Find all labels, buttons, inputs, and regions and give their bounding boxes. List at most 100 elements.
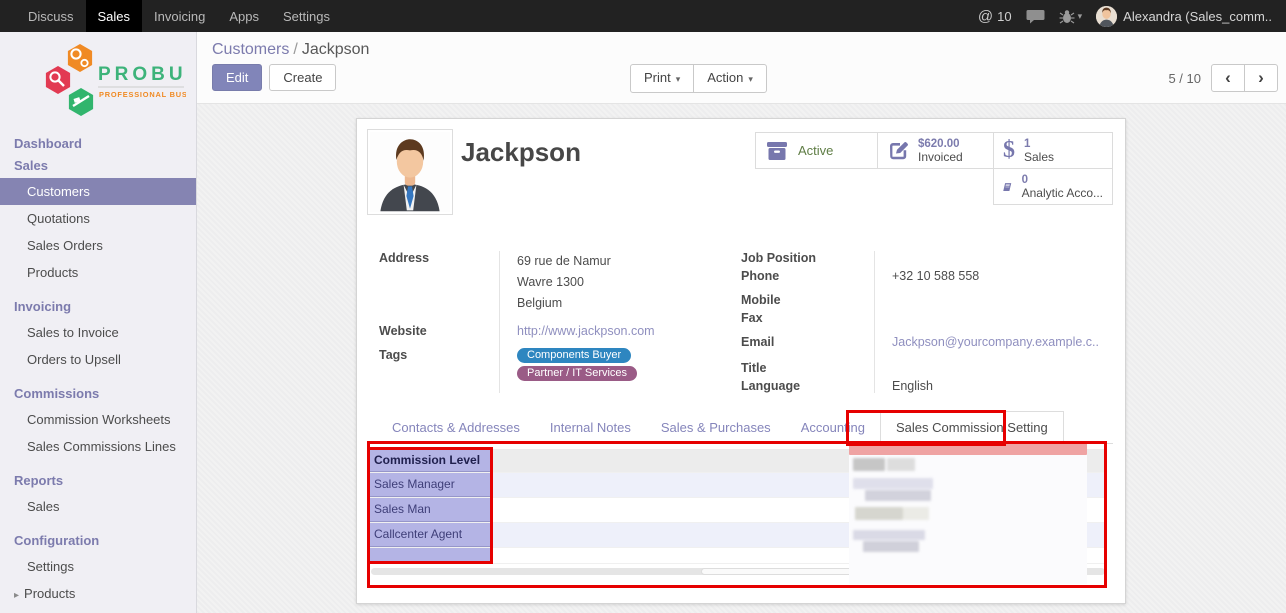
redacted-block (853, 530, 925, 540)
top-menu-settings[interactable]: Settings (271, 0, 342, 32)
sidebar-item-label: Products (24, 586, 75, 601)
address-city: Wavre 1300 (517, 272, 741, 293)
debug-caret-icon: ▾ (1078, 11, 1083, 22)
tab-sales-commission-setting[interactable]: Sales Commission Setting (880, 411, 1064, 444)
job-position-label: Job Position (741, 249, 874, 267)
top-menu-apps[interactable]: Apps (217, 0, 271, 32)
title-value (874, 359, 1105, 377)
breadcrumb-current: Jackpson (302, 41, 370, 58)
sidebar-item-config-settings[interactable]: Settings (0, 553, 196, 580)
commission-level-cell[interactable]: Callcenter Agent (369, 523, 491, 547)
redacted-block (855, 507, 903, 520)
redacted-block (863, 541, 919, 552)
address-street: 69 rue de Namur (517, 251, 741, 272)
pager-next-button[interactable]: › (1244, 64, 1278, 92)
sidebar-heading-commissions[interactable]: Commissions (0, 381, 196, 406)
commission-level-header[interactable]: Commission Level (369, 449, 491, 472)
sales-stat-button[interactable]: $ 1 Sales (993, 132, 1113, 169)
sidebar-item-sales-to-invoice[interactable]: Sales to Invoice (0, 319, 196, 346)
sidebar-item-customers[interactable]: Customers (0, 178, 196, 205)
active-stat-button[interactable]: Active (755, 132, 878, 169)
tab-sales-purchases[interactable]: Sales & Purchases (646, 412, 786, 443)
sidebar-heading-configuration[interactable]: Configuration (0, 528, 196, 553)
messages-icon[interactable] (1026, 9, 1045, 24)
field-separator-line (499, 251, 500, 393)
tag-components-buyer[interactable]: Components Buyer (517, 348, 631, 363)
print-dropdown-button[interactable]: Print ▾ (630, 64, 694, 93)
edit-pencil-icon (887, 140, 909, 162)
pager-previous-button[interactable]: ‹ (1211, 64, 1245, 92)
user-menu[interactable]: Alexandra (Sales_comm.. (1096, 6, 1272, 27)
redacted-block (853, 458, 885, 471)
customer-photo[interactable] (367, 129, 453, 215)
debug-bug-icon[interactable]: ▾ (1059, 9, 1083, 24)
phone-value: +32 10 588 558 (874, 267, 1105, 285)
scrollbar-thumb[interactable] (701, 568, 871, 575)
tag-partner-it-services[interactable]: Partner / IT Services (517, 366, 637, 381)
invoiced-stat-button[interactable]: $620.00 Invoiced (877, 132, 994, 169)
sidebar-item-sales-commissions-lines[interactable]: Sales Commissions Lines (0, 433, 196, 460)
sidebar-heading-sales[interactable]: Sales (0, 156, 196, 178)
sidebar-item-commission-worksheets[interactable]: Commission Worksheets (0, 406, 196, 433)
sidebar-item-reports-sales[interactable]: Sales (0, 493, 196, 520)
mentions-counter[interactable]: @ 10 (978, 8, 1012, 25)
at-icon: @ (978, 8, 993, 25)
main-area: Customers/Jackpson Edit Create Print▾ Ac… (197, 32, 1286, 613)
email-label: Email (741, 333, 874, 351)
sales-count: 1 (1024, 138, 1054, 151)
app-window: Discuss Sales Invoicing Apps Settings @ … (0, 0, 1286, 613)
job-position-value (874, 249, 1105, 267)
create-button[interactable]: Create (269, 64, 336, 91)
action-label: Action (707, 70, 743, 85)
logo-tagline: PROFESSIONAL BUSINESS (99, 90, 186, 99)
tab-accounting[interactable]: Accounting (786, 412, 880, 443)
tab-internal-notes[interactable]: Internal Notes (535, 412, 646, 443)
probuse-logo: PROBUSE PROFESSIONAL BUSINESS (0, 32, 196, 125)
user-avatar (1096, 6, 1117, 27)
expand-chevron-icon[interactable]: ▸ (14, 590, 19, 601)
caret-down-icon: ▾ (676, 74, 681, 84)
commission-level-empty-cell (369, 548, 491, 563)
user-name: Alexandra (Sales_comm.. (1123, 9, 1272, 24)
tab-contacts-addresses[interactable]: Contacts & Addresses (377, 412, 535, 443)
commission-table: Commission Level Sales Manager Sales Man… (369, 449, 1107, 599)
commission-level-cell[interactable]: Sales Manager (369, 473, 491, 497)
analytic-count: 0 (1022, 174, 1103, 187)
sidebar-item-quotations[interactable]: Quotations (0, 205, 196, 232)
top-menu-sales[interactable]: Sales (86, 0, 143, 32)
email-link[interactable]: Jackpson@yourcompany.example.c.. (874, 333, 1105, 351)
sidebar-item-products[interactable]: Products (0, 259, 196, 286)
website-label: Website (379, 322, 499, 340)
edit-button[interactable]: Edit (212, 64, 262, 91)
fax-value (874, 309, 1105, 327)
print-label: Print (644, 70, 671, 85)
record-title: Jackpson (461, 137, 581, 168)
detail-fields: Address 69 rue de Namur Wavre 1300 Belgi… (379, 249, 1105, 395)
book-icon (1003, 176, 1013, 198)
website-link[interactable]: http://www.jackpson.com (499, 322, 741, 340)
sidebar-heading-invoicing[interactable]: Invoicing (0, 294, 196, 319)
commission-level-cell[interactable]: Sales Man (369, 498, 491, 522)
dollar-icon: $ (1003, 137, 1015, 164)
top-menu-discuss[interactable]: Discuss (16, 0, 86, 32)
top-navbar: Discuss Sales Invoicing Apps Settings @ … (0, 0, 1286, 32)
sidebar-heading-reports[interactable]: Reports (0, 468, 196, 493)
top-menu-invoicing[interactable]: Invoicing (142, 0, 217, 32)
tags-label: Tags (379, 346, 499, 383)
address-label: Address (379, 249, 499, 316)
stat-buttons: Active $620.00 Invoiced $ 1 Sales (756, 133, 1113, 205)
sidebar-heading-dashboard[interactable]: Dashboard (0, 131, 196, 156)
analytic-stat-button[interactable]: 0 Analytic Acco... (993, 168, 1113, 205)
breadcrumb-customers-link[interactable]: Customers (212, 41, 289, 58)
sidebar-item-orders-to-upsell[interactable]: Orders to Upsell (0, 346, 196, 373)
logo-text: PROBUSE (98, 64, 186, 85)
phone-label: Phone (741, 267, 874, 285)
action-dropdown-button[interactable]: Action▾ (693, 64, 767, 93)
invoiced-amount: $620.00 (918, 138, 963, 151)
notebook-tabs: Contacts & Addresses Internal Notes Sale… (369, 411, 1113, 444)
sidebar-item-sales-orders[interactable]: Sales Orders (0, 232, 196, 259)
sidebar-item-config-products[interactable]: ▸ Products (0, 580, 196, 607)
tags-list: Components Buyer Partner / IT Services (517, 348, 741, 381)
redacted-block (865, 490, 931, 501)
sidebar-item-config-contacts[interactable]: ▸Contacts (0, 607, 196, 613)
